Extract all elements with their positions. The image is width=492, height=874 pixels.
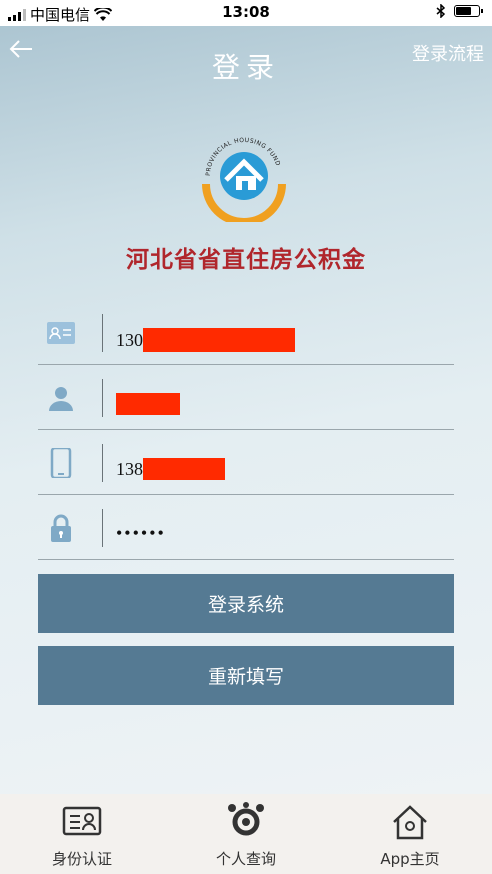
id-card-icon: [62, 806, 102, 836]
name-field[interactable]: [38, 365, 454, 430]
status-right: [436, 4, 483, 18]
phone-value[interactable]: 138: [116, 458, 225, 480]
id-card-icon: [47, 322, 75, 344]
tab-label: 个人查询: [215, 850, 276, 868]
battery-icon: [454, 5, 483, 17]
login-button[interactable]: 登录系统: [38, 574, 454, 633]
user-icon: [49, 387, 73, 411]
login-flow-link[interactable]: 登录流程: [412, 40, 484, 66]
field-separator: [102, 314, 103, 352]
housing-fund-logo: PROVINCIAL HOUSING FUND: [202, 137, 286, 222]
tab-identity-auth[interactable]: 身份认证: [0, 794, 164, 874]
phone-field[interactable]: 138: [38, 430, 454, 495]
password-value[interactable]: ••••••: [116, 523, 166, 544]
status-time: 13:08: [222, 3, 270, 21]
field-separator: [102, 379, 103, 417]
field-separator: [102, 509, 103, 547]
id-number-field[interactable]: 130: [38, 300, 454, 365]
password-field[interactable]: ••••••: [38, 495, 454, 560]
organization-name: 河北省省直住房公积金: [126, 246, 366, 273]
field-separator: [102, 444, 103, 482]
id-number-prefix: 130: [116, 329, 143, 350]
home-icon: [393, 805, 427, 840]
nav-bar: 登录 登录流程: [0, 26, 492, 86]
reset-button[interactable]: 重新填写: [38, 646, 454, 705]
id-number-redaction: [143, 328, 295, 352]
tab-label: App主页: [380, 850, 440, 868]
status-bar: 中国电信 13:08: [0, 0, 492, 26]
name-redaction: [116, 393, 180, 415]
person-query-icon: [228, 802, 264, 836]
tab-app-home[interactable]: App主页: [328, 794, 492, 874]
bottom-tab-bar: 身份认证 个人查询 App主页: [0, 794, 492, 874]
login-form: 130 138 ••••••: [38, 300, 454, 560]
lock-icon: [51, 514, 71, 542]
id-number-value[interactable]: 130: [116, 328, 295, 352]
phone-icon: [50, 448, 72, 478]
bluetooth-icon: [436, 4, 446, 18]
tab-label: 身份认证: [51, 850, 112, 868]
name-value[interactable]: [116, 393, 180, 415]
phone-prefix: 138: [116, 458, 143, 479]
tab-personal-query[interactable]: 个人查询: [164, 794, 328, 874]
phone-redaction: [143, 458, 225, 480]
